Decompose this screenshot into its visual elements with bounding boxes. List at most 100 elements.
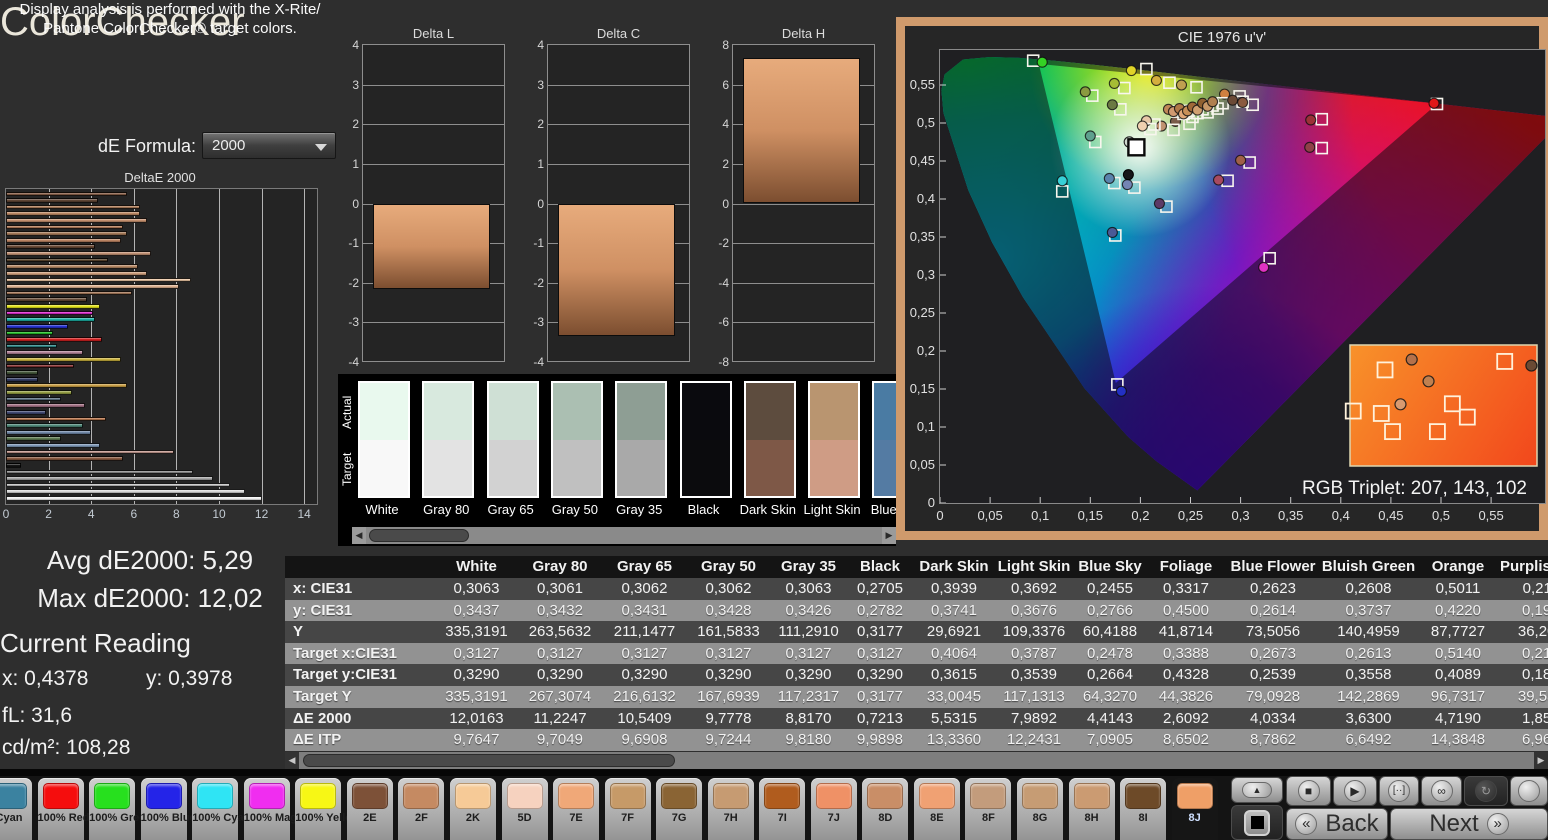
table-cell: 0,3290 [435, 664, 518, 686]
column-header: Dark Skin [913, 556, 995, 578]
back-button[interactable]: « Back [1286, 808, 1388, 840]
pattern-button-7g[interactable]: 7G [656, 778, 702, 840]
measured-point [1107, 227, 1117, 237]
table-scroll-thumb[interactable] [303, 754, 675, 767]
pattern-button-cyan[interactable]: Cyan [0, 778, 32, 840]
actual-color [360, 383, 408, 440]
swatch-scrollbar[interactable]: ◀ ▶ [352, 527, 896, 544]
table-row: Target x:CIE310,31270,31270,31270,31270,… [285, 643, 1548, 665]
pattern-button-8f[interactable]: 8F [965, 778, 1011, 840]
y-tick-label: -1 [333, 236, 359, 250]
scroll-left-icon[interactable]: ◀ [285, 752, 299, 769]
y-tick-label: 0,55 [905, 77, 935, 92]
pattern-button-8d[interactable]: 8D [862, 778, 908, 840]
swatch-label: Blue Sky [864, 502, 896, 517]
pattern-button-8g[interactable]: 8G [1017, 778, 1063, 840]
pattern-button-7e[interactable]: 7E [553, 778, 599, 840]
pattern-button-100-blue[interactable]: 100% Blue [141, 778, 187, 840]
play-button[interactable]: ▶ [1333, 776, 1377, 806]
target-color [424, 440, 472, 497]
table-scrollbar[interactable]: ◀ ▶ [285, 752, 1548, 769]
pattern-button-7h[interactable]: 7H [708, 778, 754, 840]
pattern-button-2k[interactable]: 2K [450, 778, 496, 840]
target-color [553, 440, 601, 497]
pattern-button-8j[interactable]: 8J [1172, 778, 1218, 840]
y-tick-label: 1 [333, 157, 359, 171]
pattern-button-100-cyan[interactable]: 100% Cyan [192, 778, 238, 840]
table-cell: 211,1477 [602, 621, 687, 643]
pattern-color-chip [0, 783, 27, 809]
inset-measured-point [1526, 360, 1537, 371]
gridline [304, 189, 305, 504]
table-cell: 1,8554 [1500, 708, 1548, 730]
de-bar [6, 463, 21, 468]
y-tick-label: -3 [518, 315, 544, 329]
gridline [262, 189, 263, 504]
next-button[interactable]: Next » [1390, 808, 1548, 840]
pattern-button-100-green[interactable]: 100% Green [89, 778, 135, 840]
de-formula-dropdown[interactable]: 2000 [202, 132, 336, 159]
measured-point [1238, 97, 1248, 107]
pattern-button-8i[interactable]: 8I [1120, 778, 1166, 840]
gridline [733, 283, 874, 284]
pattern-button-label: 7E [553, 812, 599, 824]
pattern-button-100-magenta[interactable]: 100% Magenta [244, 778, 290, 840]
table-cell: 13,3360 [913, 729, 995, 751]
table-row: y: CIE310,34370,34320,34310,34280,34260,… [285, 600, 1548, 622]
row-label: Y [285, 621, 435, 643]
measured-point [1116, 386, 1126, 396]
de-bar [6, 397, 61, 402]
y-tick-label: 0 [518, 197, 544, 211]
column-header: Purplish Blue [1500, 556, 1548, 578]
pattern-button-2f[interactable]: 2F [398, 778, 444, 840]
table-cell: 0,3539 [995, 664, 1073, 686]
pattern-button-7i[interactable]: 7I [759, 778, 805, 840]
pattern-button-8e[interactable]: 8E [914, 778, 960, 840]
table-cell: 39,5595 [1500, 686, 1548, 708]
de-bar [6, 258, 108, 263]
table-cell: 0,2673 [1225, 643, 1321, 665]
swatch-scroll-thumb[interactable] [369, 529, 469, 542]
pattern-button-label: 7F [605, 812, 651, 824]
tab-up-button[interactable]: ▲ [1231, 777, 1283, 803]
pattern-button-7f[interactable]: 7F [605, 778, 651, 840]
table-cell: 9,6908 [602, 729, 687, 751]
current-y: y: 0,3978 [146, 667, 232, 691]
pattern-button-100-red[interactable]: 100% Red [38, 778, 84, 840]
scroll-right-icon[interactable]: ▶ [1534, 752, 1548, 769]
table-cell: 0,3428 [687, 600, 770, 622]
pattern-button-100-yellow[interactable]: 100% Yellow [295, 778, 341, 840]
stop-button[interactable]: ■ [1286, 776, 1331, 806]
table-row: ΔE 200012,016311,224710,54099,77788,8170… [285, 708, 1548, 730]
pattern-button-label: 8H [1069, 812, 1115, 824]
read-series-button[interactable]: [··] [1379, 776, 1419, 806]
column-header: Gray 50 [687, 556, 770, 578]
de-bar [6, 311, 93, 316]
de-bar [6, 417, 106, 422]
bracket-icon: [··] [1388, 780, 1410, 802]
table-cell: 14,3848 [1416, 729, 1500, 751]
gridline [733, 204, 874, 205]
delta-h-title: Delta H [732, 26, 875, 41]
continuous-read-button[interactable]: ∞ [1421, 776, 1462, 806]
table-cell: 2,6092 [1147, 708, 1225, 730]
scroll-right-icon[interactable]: ▶ [882, 527, 896, 544]
column-header: Gray 65 [602, 556, 687, 578]
window-pattern-button[interactable] [1231, 805, 1283, 840]
table-cell: 0,3290 [687, 664, 770, 686]
x-tick-label: 0,2 [1131, 508, 1149, 523]
scroll-left-icon[interactable]: ◀ [352, 527, 366, 544]
x-tick-label: 0,15 [1078, 508, 1103, 523]
blank-button[interactable] [1510, 776, 1548, 806]
x-tick-label: 0,4 [1332, 508, 1350, 523]
y-tick-label: -8 [703, 355, 729, 369]
table-cell: 0,3127 [687, 643, 770, 665]
x-tick-label: 0 [3, 507, 10, 521]
pattern-button-5d[interactable]: 5D [502, 778, 548, 840]
loop-button[interactable]: ↻ [1464, 776, 1508, 806]
pattern-color-chip [94, 783, 130, 809]
pattern-color-chip [507, 783, 543, 809]
pattern-button-8h[interactable]: 8H [1069, 778, 1115, 840]
pattern-button-2e[interactable]: 2E [347, 778, 393, 840]
pattern-button-7j[interactable]: 7J [811, 778, 857, 840]
